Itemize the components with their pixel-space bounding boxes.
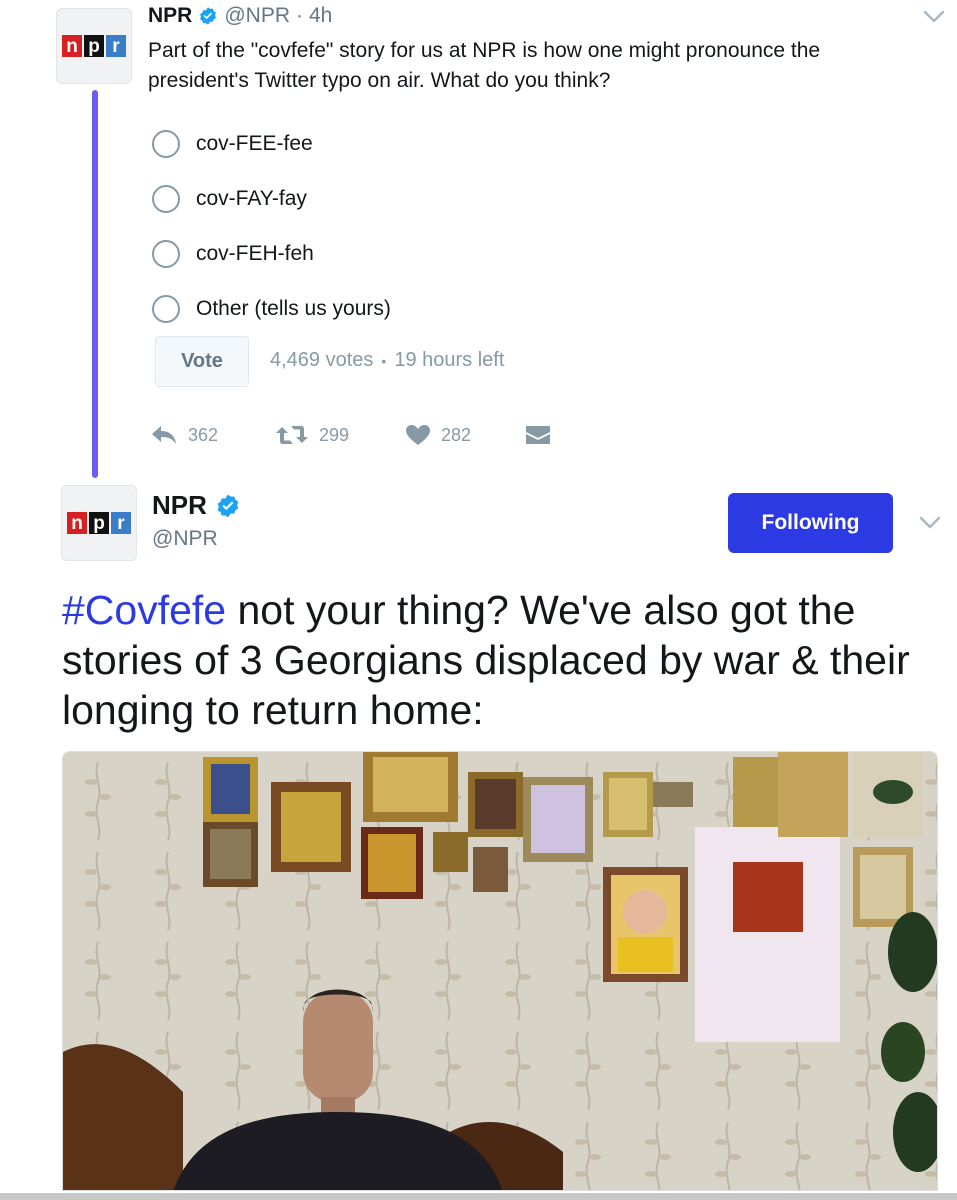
poll-meta: 4,469 votes • 19 hours left: [270, 349, 504, 372]
poll-option-label: cov-FEE-fee: [196, 131, 313, 155]
verified-icon: [215, 493, 241, 519]
following-button[interactable]: Following: [728, 493, 893, 553]
npr-avatar[interactable]: n p r: [56, 8, 132, 84]
radio-button[interactable]: [152, 239, 180, 268]
poll-option[interactable]: Other (tells us yours): [152, 281, 391, 336]
retweet-icon: [275, 424, 309, 446]
header-separator: ·: [296, 4, 303, 27]
radio-button[interactable]: [152, 129, 180, 158]
reply-icon: [150, 424, 178, 446]
tweet-text: Part of the "covfefe" story for us at NP…: [148, 39, 821, 92]
poll-option-label: cov-FEH-feh: [196, 241, 314, 265]
poll: cov-FEE-fee cov-FAY-fay cov-FEH-feh Othe…: [152, 116, 391, 336]
npr-logo: n p r: [67, 512, 131, 534]
author-handle[interactable]: @NPR: [152, 527, 218, 551]
tweet-photo[interactable]: [62, 751, 938, 1191]
hashtag-link[interactable]: #Covfefe: [62, 587, 226, 633]
thread-connector: [92, 90, 98, 478]
tweet-header: NPR @NPR · 4h: [148, 4, 332, 28]
poll-option-label: cov-FAY-fay: [196, 186, 307, 210]
reply-button[interactable]: 362: [150, 424, 275, 446]
author-name[interactable]: NPR: [152, 490, 207, 521]
verified-icon: [198, 6, 218, 26]
npr-logo: n p r: [62, 35, 126, 57]
bottom-divider: [0, 1193, 957, 1200]
radio-button[interactable]: [152, 294, 180, 323]
retweet-button[interactable]: 299: [275, 424, 405, 446]
reply-count: 362: [188, 424, 219, 445]
retweet-count: 299: [319, 424, 350, 445]
author-name-row: NPR: [152, 490, 241, 521]
dm-button[interactable]: [525, 424, 551, 446]
author-handle[interactable]: @NPR: [224, 4, 290, 28]
poll-option[interactable]: cov-FAY-fay: [152, 171, 391, 226]
chevron-down-icon[interactable]: [919, 516, 941, 530]
poll-option-label: Other (tells us yours): [196, 296, 391, 320]
dm-icon: [525, 424, 551, 446]
like-count: 282: [441, 424, 472, 445]
poll-option[interactable]: cov-FEH-feh: [152, 226, 391, 281]
tweet-text: #Covfefe not your thing? We've also got …: [62, 585, 932, 735]
npr-avatar[interactable]: n p r: [61, 485, 137, 561]
poll-option[interactable]: cov-FEE-fee: [152, 116, 391, 171]
meta-dot: •: [381, 352, 387, 369]
author-name[interactable]: NPR: [148, 4, 192, 28]
vote-button[interactable]: Vote: [155, 336, 249, 387]
like-button[interactable]: 282: [405, 424, 525, 446]
tweet-timestamp[interactable]: 4h: [309, 4, 332, 28]
heart-icon: [405, 424, 431, 446]
radio-button[interactable]: [152, 184, 180, 213]
chevron-down-icon[interactable]: [923, 10, 945, 24]
vote-count: 4,469 votes: [270, 349, 374, 371]
time-left: 19 hours left: [394, 349, 505, 371]
tweet-actions: 362 299 282: [150, 424, 551, 446]
